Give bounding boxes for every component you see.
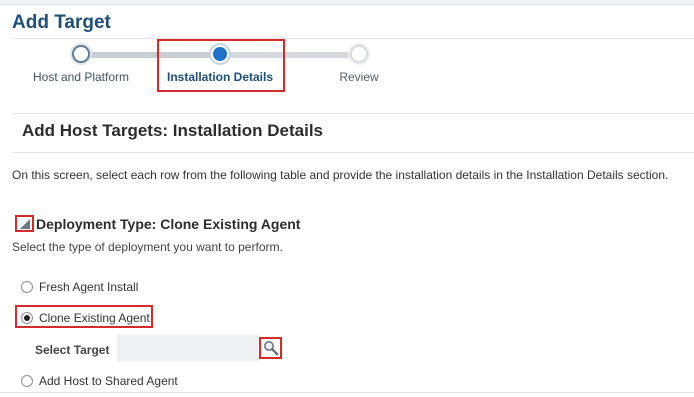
select-target-input[interactable] xyxy=(117,334,258,362)
page-title: Add Target xyxy=(12,12,111,33)
radio-option-fresh-agent-install[interactable]: Fresh Agent Install xyxy=(21,280,138,294)
radio-button[interactable] xyxy=(21,375,33,387)
deployment-type-hint: Select the type of deployment you want t… xyxy=(12,240,283,254)
instruction-text: On this screen, select each row from the… xyxy=(12,168,669,182)
highlight-box-clone-option xyxy=(15,305,153,328)
top-border xyxy=(0,0,694,5)
train-stop-review xyxy=(350,45,368,63)
bottom-divider xyxy=(0,392,694,393)
train-stop-host-and-platform[interactable] xyxy=(72,45,90,63)
select-target-label: Select Target xyxy=(35,343,110,357)
highlight-box-current-step xyxy=(157,39,285,92)
radio-option-add-host-to-shared-agent[interactable]: Add Host to Shared Agent xyxy=(21,374,178,388)
deployment-type-title: Deployment Type: Clone Existing Agent xyxy=(36,216,301,232)
radio-label: Add Host to Shared Agent xyxy=(39,374,178,388)
train-label-review: Review xyxy=(339,70,379,84)
section-title: Add Host Targets: Installation Details xyxy=(22,121,324,140)
search-icon[interactable] xyxy=(259,337,282,359)
radio-label: Fresh Agent Install xyxy=(39,280,139,294)
radio-button[interactable] xyxy=(21,281,33,293)
title-divider xyxy=(12,38,694,39)
collapse-toggle-icon[interactable] xyxy=(15,215,34,232)
train-label-host-and-platform[interactable]: Host and Platform xyxy=(33,70,129,84)
